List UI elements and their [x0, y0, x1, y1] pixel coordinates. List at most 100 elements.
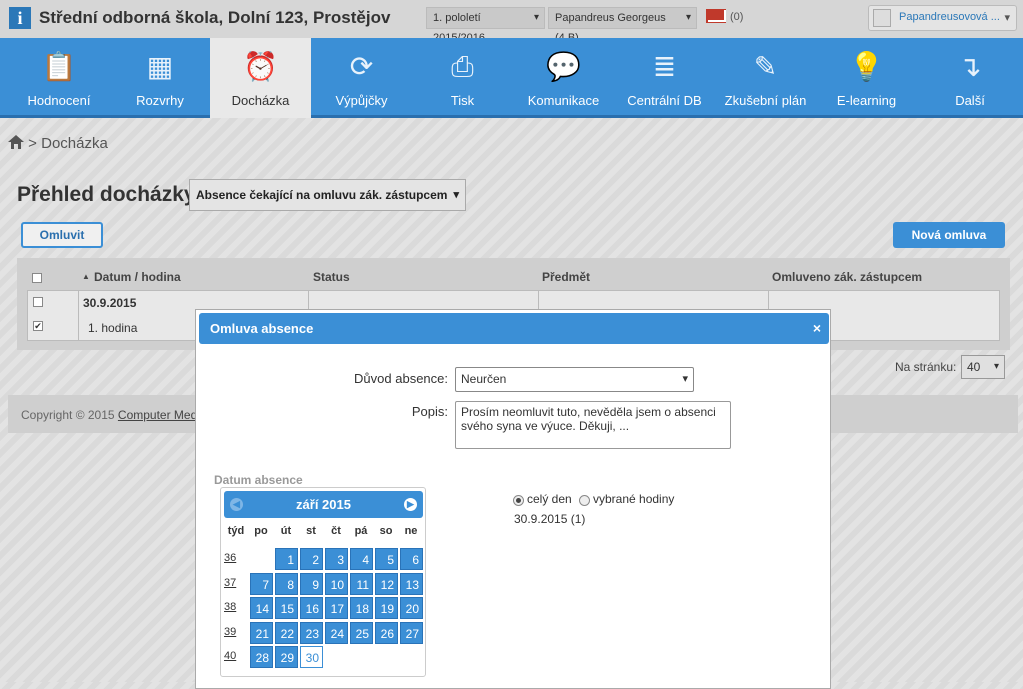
prev-month-icon[interactable]: ◀: [230, 498, 243, 511]
selected-hours-label: vybrané hodiny: [593, 492, 675, 506]
student-select[interactable]: Papandreus Georgeus (4.B): [548, 7, 697, 44]
calendar-day[interactable]: 18: [350, 597, 373, 619]
select-all-checkbox[interactable]: [32, 273, 42, 283]
calendar-week-number[interactable]: 40: [222, 650, 246, 662]
calendar-week-number[interactable]: 36: [222, 552, 246, 564]
calendar-day[interactable]: 12: [375, 572, 398, 595]
table-row-date: 30.9.2015: [83, 296, 137, 310]
nav-label: Zkušební plán: [724, 93, 807, 108]
refresh-icon: ⟳: [349, 51, 374, 82]
calendar-day[interactable]: 27: [400, 621, 423, 644]
column-header-date[interactable]: Datum / hodina: [94, 270, 181, 284]
calendar-day[interactable]: 4: [350, 548, 373, 570]
calendar-week-number[interactable]: 39: [222, 626, 246, 638]
calendar-day[interactable]: 23: [300, 621, 323, 644]
breadcrumb-current: Docházka: [41, 135, 108, 152]
calendar-day[interactable]: 10: [325, 572, 348, 595]
mail-icon[interactable]: [706, 9, 726, 23]
excuse-dialog: Omluva absence × Důvod absence: Neurčen P…: [195, 309, 831, 689]
nav-item-0[interactable]: 📋 Hodnocení: [0, 38, 118, 118]
nav-label: Docházka: [231, 93, 290, 108]
description-label: Popis:: [411, 404, 448, 419]
school-logo-icon: i: [9, 7, 31, 29]
company-link[interactable]: Computer Med: [118, 408, 197, 422]
excuse-button[interactable]: Omluvit: [21, 222, 103, 248]
reason-select[interactable]: Neurčen: [455, 367, 694, 392]
term-select[interactable]: 1. pololetí 2015/2016: [426, 7, 545, 44]
alarm-clock-icon: ⏰: [243, 51, 278, 82]
whole-day-radio[interactable]: [513, 495, 524, 506]
calendar-month: září 2015: [296, 497, 351, 512]
school-name: Střední odborná škola, Dolní 123, Prostě…: [39, 8, 391, 27]
nav-item-2[interactable]: ⏰ Docházka: [210, 38, 311, 118]
user-menu[interactable]: Papandreusovová ...: [868, 5, 1017, 31]
calendar-weekday: so: [379, 525, 393, 537]
calendar-day[interactable]: 20: [400, 597, 423, 619]
reason-label: Důvod absence:: [354, 371, 448, 386]
user-name: Papandreusovová ...: [899, 11, 1000, 23]
selected-hours-radio[interactable]: [579, 495, 590, 506]
clipboard-icon: 📋: [41, 51, 77, 82]
copyright-text: Copyright © 2015: [21, 408, 118, 422]
calendar-day[interactable]: 11: [350, 572, 373, 595]
calendar-day[interactable]: 7: [250, 572, 273, 595]
calendar-day[interactable]: 25: [350, 621, 373, 644]
column-header-excused[interactable]: Omluveno zák. zástupcem: [772, 270, 922, 284]
absence-date-label: Datum absence: [214, 473, 303, 487]
mail-count: (0): [730, 11, 744, 23]
sort-icon[interactable]: ▲: [82, 272, 90, 281]
nav-item-3[interactable]: ⟳ Výpůjčky: [311, 38, 412, 118]
calendar-day[interactable]: 16: [300, 597, 323, 619]
dialog-title: Omluva absence: [210, 321, 314, 336]
calendar-day[interactable]: 14: [250, 597, 273, 619]
new-excuse-button[interactable]: Nová omluva: [893, 222, 1005, 248]
calendar-day[interactable]: 13: [400, 572, 423, 595]
column-header-status[interactable]: Status: [313, 270, 350, 284]
nav-item-1[interactable]: ▦ Rozvrhy: [110, 38, 210, 118]
calendar-weekday: st: [306, 525, 316, 537]
whole-day-label: celý den: [527, 492, 572, 506]
per-page-label: Na stránku:: [895, 360, 957, 374]
home-icon[interactable]: [8, 135, 24, 149]
calendar-day[interactable]: 29: [275, 646, 298, 668]
calendar-day[interactable]: 8: [275, 572, 298, 595]
calendar-day[interactable]: 6: [400, 548, 423, 570]
table-row-hour: 1. hodina: [88, 321, 138, 335]
calendar-weekday: čt: [331, 525, 341, 537]
calendar-day[interactable]: 2: [300, 548, 323, 570]
column-header-subject[interactable]: Předmět: [542, 270, 590, 284]
nav-item-5[interactable]: 💬 Komunikace: [513, 38, 614, 118]
page-title: Přehled docházky: [17, 183, 196, 206]
nav-item-7[interactable]: ✎ Zkušební plán: [715, 38, 816, 118]
calendar-day[interactable]: 21: [250, 621, 273, 644]
breadcrumb-separator: >: [28, 135, 37, 152]
nav-item-4[interactable]: ⎙ Tisk: [412, 38, 513, 118]
calendar-day[interactable]: 3: [325, 548, 348, 570]
nav-item-6[interactable]: ≣ Centrální DB: [614, 38, 715, 118]
description-textarea[interactable]: Prosím neomluvit tuto, nevěděla jsem o a…: [455, 401, 731, 449]
per-page-select[interactable]: 40: [961, 355, 1005, 379]
calendar-day[interactable]: 19: [375, 597, 398, 619]
calendar-day[interactable]: 24: [325, 621, 348, 644]
calendar-day[interactable]: 1: [275, 548, 298, 570]
calendar-day[interactable]: 15: [275, 597, 298, 619]
calendar-day[interactable]: 30: [300, 646, 323, 668]
row-checkbox[interactable]: [33, 297, 43, 307]
calendar-day[interactable]: 17: [325, 597, 348, 619]
calendar-week-number[interactable]: 38: [222, 601, 246, 613]
calendar-day[interactable]: 22: [275, 621, 298, 644]
close-icon[interactable]: ×: [813, 313, 821, 344]
calendar-day[interactable]: 5: [375, 548, 398, 570]
nav-item-8[interactable]: 💡 E-learning: [816, 38, 917, 118]
calendar-day[interactable]: 9: [300, 572, 323, 595]
calendar-week-number[interactable]: 37: [222, 577, 246, 589]
calendar-weekday: týd: [227, 525, 245, 537]
idea-icon: 💡: [849, 51, 884, 82]
row-checkbox-checked[interactable]: ✔: [33, 321, 43, 331]
calendar-day[interactable]: 26: [375, 621, 398, 644]
absence-filter-select[interactable]: Absence čekající na omluvu zák. zástupce…: [189, 179, 466, 211]
breadcrumb: > Docházka: [8, 134, 108, 152]
calendar-day[interactable]: 28: [250, 646, 273, 668]
nav-item-9[interactable]: ↴ Další: [917, 38, 1023, 118]
next-month-icon[interactable]: ▶: [404, 498, 417, 511]
